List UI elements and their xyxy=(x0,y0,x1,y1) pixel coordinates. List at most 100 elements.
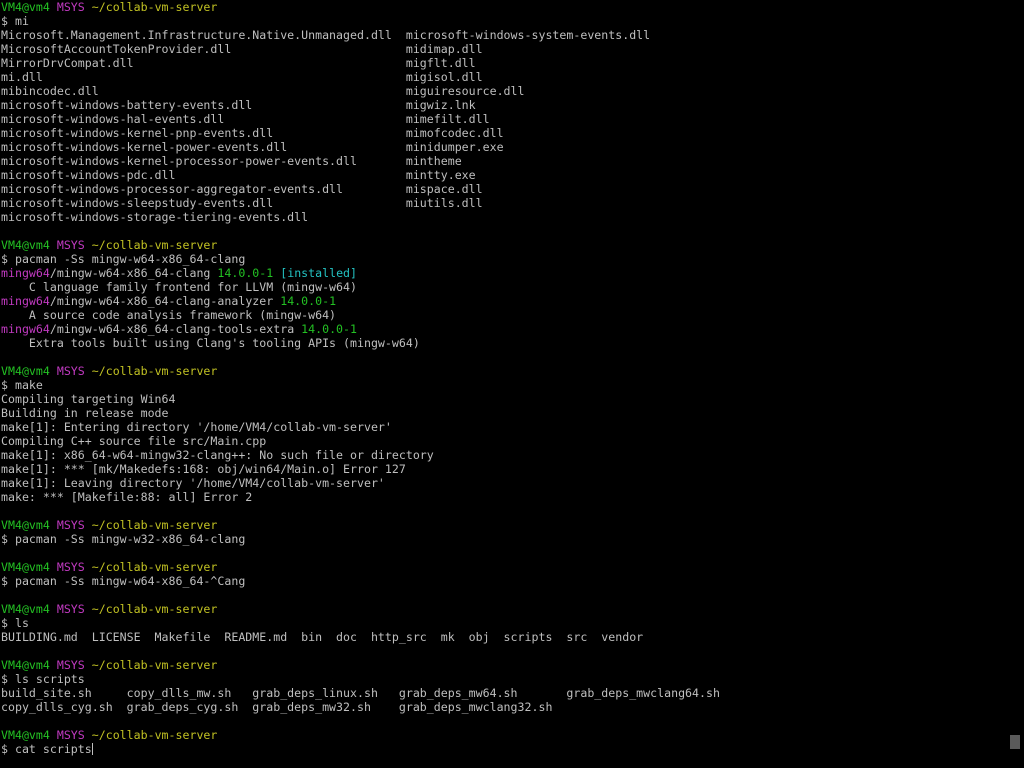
terminal-line: $ cat scripts xyxy=(1,742,720,756)
package-repo: mingw64 xyxy=(1,266,50,280)
prompt-user: VM4@vm4 xyxy=(1,0,57,14)
prompt-system: MSYS xyxy=(56,518,92,532)
terminal-text: Compiling C++ source file src/Main.cpp xyxy=(1,434,267,448)
terminal-line: microsoft-windows-kernel-pnp-events.dll … xyxy=(1,126,720,140)
terminal-line: make: *** [Makefile:88: all] Error 2 xyxy=(1,490,720,504)
terminal-line: make[1]: x86_64-w64-mingw32-clang++: No … xyxy=(1,448,720,462)
prompt-user: VM4@vm4 xyxy=(1,238,57,252)
terminal-text: Microsoft.Management.Infrastructure.Nati… xyxy=(1,28,651,42)
prompt-user: VM4@vm4 xyxy=(1,602,57,616)
terminal-text: microsoft-windows-hal-events.dll mimefil… xyxy=(1,112,490,126)
terminal-line: microsoft-windows-hal-events.dll mimefil… xyxy=(1,112,720,126)
prompt-user: VM4@vm4 xyxy=(1,364,57,378)
terminal-text: make[1]: *** [mk/Makedefs:168: obj/win64… xyxy=(1,462,406,476)
terminal-line: copy_dlls_cyg.sh grab_deps_cyg.sh grab_d… xyxy=(1,700,720,714)
terminal-line: $ make xyxy=(1,378,720,392)
terminal-line: microsoft-windows-processor-aggregator-e… xyxy=(1,182,720,196)
terminal-text: Compiling targeting Win64 xyxy=(1,392,176,406)
terminal-text: mibincodec.dll miguiresource.dll xyxy=(1,84,525,98)
prompt-system: MSYS xyxy=(56,658,92,672)
terminal-text: A source code analysis framework (mingw-… xyxy=(1,308,337,322)
prompt-path: ~/collab-vm-server xyxy=(91,560,218,574)
terminal-text: /mingw-w64-x86_64-clang-analyzer xyxy=(49,294,281,308)
terminal-line: Building in release mode xyxy=(1,406,720,420)
terminal-text: make: *** [Makefile:88: all] Error 2 xyxy=(1,490,253,504)
terminal-text: make[1]: Leaving directory '/home/VM4/co… xyxy=(1,476,385,490)
terminal-line: $ pacman -Ss mingw-w32-x86_64-clang xyxy=(1,532,720,546)
terminal-line: microsoft-windows-pdc.dll mintty.exe xyxy=(1,168,720,182)
terminal-line: microsoft-windows-sleepstudy-events.dll … xyxy=(1,196,720,210)
prompt-user: VM4@vm4 xyxy=(1,658,57,672)
package-repo: mingw64 xyxy=(1,322,50,336)
terminal-line: microsoft-windows-kernel-power-events.dl… xyxy=(1,140,720,154)
terminal-line: mingw64/mingw-w64-x86_64-clang 14.0.0-1 … xyxy=(1,266,720,280)
terminal-line: build_site.sh copy_dlls_mw.sh grab_deps_… xyxy=(1,686,720,700)
package-version: 14.0.0-1 xyxy=(301,322,357,336)
prompt-system: MSYS xyxy=(56,560,92,574)
terminal-text: /mingw-w64-x86_64-clang xyxy=(49,266,218,280)
terminal-line: VM4@vm4 MSYS ~/collab-vm-server xyxy=(1,602,720,616)
prompt-path: ~/collab-vm-server xyxy=(91,658,218,672)
terminal-text: make[1]: x86_64-w64-mingw32-clang++: No … xyxy=(1,448,434,462)
terminal-window[interactable]: VM4@vm4 MSYS ~/collab-vm-server $ mi Micro… xyxy=(0,0,1006,768)
terminal-text: BUILDING.md LICENSE Makefile README.md b… xyxy=(1,630,644,644)
terminal-text: microsoft-windows-kernel-pnp-events.dll … xyxy=(1,126,504,140)
prompt-path: ~/collab-vm-server xyxy=(91,602,218,616)
terminal-line: VM4@vm4 MSYS ~/collab-vm-server xyxy=(1,658,720,672)
terminal-line: VM4@vm4 MSYS ~/collab-vm-server xyxy=(1,728,720,742)
prompt-path: ~/collab-vm-server xyxy=(91,364,218,378)
terminal-text: $ cat scripts xyxy=(1,742,92,756)
package-repo: mingw64 xyxy=(1,294,50,308)
terminal-line: VM4@vm4 MSYS ~/collab-vm-server xyxy=(1,518,720,532)
terminal-text: $ ls xyxy=(1,616,29,630)
terminal-line: microsoft-windows-storage-tiering-events… xyxy=(1,210,720,224)
terminal-text: microsoft-windows-kernel-power-events.dl… xyxy=(1,140,504,154)
prompt-path: ~/collab-vm-server xyxy=(91,728,218,742)
terminal-line: mi.dll migisol.dll xyxy=(1,70,720,84)
terminal-line: $ mi xyxy=(1,14,720,28)
terminal-text: /mingw-w64-x86_64-clang-tools-extra xyxy=(49,322,302,336)
terminal-line: VM4@vm4 MSYS ~/collab-vm-server xyxy=(1,238,720,252)
terminal-line: make[1]: *** [mk/Makedefs:168: obj/win64… xyxy=(1,462,720,476)
terminal-text: $ mi xyxy=(1,14,29,28)
terminal-text: microsoft-windows-sleepstudy-events.dll … xyxy=(1,196,483,210)
terminal-line: $ ls xyxy=(1,616,720,630)
terminal-line: mingw64/mingw-w64-x86_64-clang-analyzer … xyxy=(1,294,720,308)
terminal-text: $ pacman -Ss mingw-w64-x86_64-clang xyxy=(1,252,246,266)
terminal-line: MirrorDrvCompat.dll migflt.dll xyxy=(1,56,720,70)
prompt-user: VM4@vm4 xyxy=(1,560,57,574)
prompt-system: MSYS xyxy=(56,728,92,742)
terminal-text: microsoft-windows-processor-aggregator-e… xyxy=(1,182,483,196)
prompt-path: ~/collab-vm-server xyxy=(91,518,218,532)
terminal-line: microsoft-windows-battery-events.dll mig… xyxy=(1,98,720,112)
terminal-text: MirrorDrvCompat.dll migflt.dll xyxy=(1,56,476,70)
installed-badge: [installed] xyxy=(280,266,358,280)
vertical-scrollbar[interactable] xyxy=(1006,0,1024,768)
terminal-line: MicrosoftAccountTokenProvider.dll midima… xyxy=(1,42,720,56)
terminal-text: C language family frontend for LLVM (min… xyxy=(1,280,357,294)
prompt-user: VM4@vm4 xyxy=(1,728,57,742)
prompt-system: MSYS xyxy=(56,602,92,616)
terminal-text: MicrosoftAccountTokenProvider.dll midima… xyxy=(1,42,483,56)
prompt-path: ~/collab-vm-server xyxy=(91,0,218,14)
terminal-line: $ ls scripts xyxy=(1,672,720,686)
prompt-system: MSYS xyxy=(56,364,92,378)
terminal-line: BUILDING.md LICENSE Makefile README.md b… xyxy=(1,630,720,644)
scrollbar-thumb[interactable] xyxy=(1010,735,1020,749)
terminal-line: $ pacman -Ss mingw-w64-x86_64-^Cang xyxy=(1,574,720,588)
terminal-line: mibincodec.dll miguiresource.dll xyxy=(1,84,720,98)
terminal-output: VM4@vm4 MSYS ~/collab-vm-server $ mi Micro… xyxy=(1,0,720,756)
terminal-text: microsoft-windows-battery-events.dll mig… xyxy=(1,98,476,112)
prompt-user: VM4@vm4 xyxy=(1,518,57,532)
terminal-line: make[1]: Entering directory '/home/VM4/c… xyxy=(1,420,720,434)
terminal-text: microsoft-windows-kernel-processor-power… xyxy=(1,154,462,168)
terminal-line: mingw64/mingw-w64-x86_64-clang-tools-ext… xyxy=(1,322,720,336)
terminal-text: $ make xyxy=(1,378,43,392)
terminal-text: microsoft-windows-pdc.dll mintty.exe xyxy=(1,168,476,182)
terminal-line: microsoft-windows-kernel-processor-power… xyxy=(1,154,720,168)
